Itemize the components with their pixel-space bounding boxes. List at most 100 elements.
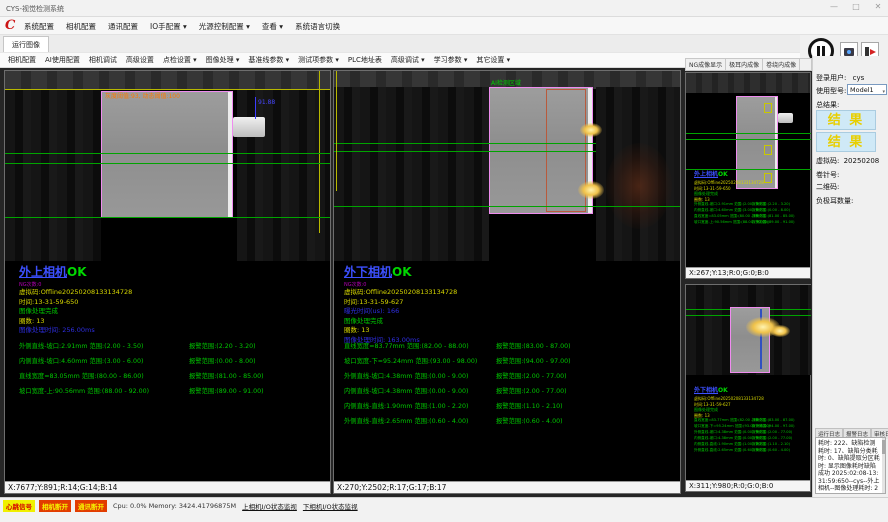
status-badge: 心跳信号	[3, 500, 35, 512]
thumb-tab[interactable]: NG成像显示	[686, 59, 726, 70]
measure-overlay-line	[334, 143, 596, 144]
result-ok: OK	[67, 265, 87, 279]
toolbar-item[interactable]: 高级设置	[126, 55, 154, 65]
toolbar-item[interactable]: AI使用配置	[45, 55, 80, 65]
time-line: 时间:13-31-59-650	[19, 298, 132, 308]
measurement-row: 内侧直线-坡口:4.60mm 范围:(3.00 - 6.00) 报警范围:(0.…	[19, 354, 328, 369]
measure-overlay-line	[686, 139, 811, 140]
status-badge: 相机断开	[39, 500, 71, 512]
alarm-range: 报警范围:(94.00 - 97.00)	[496, 354, 571, 369]
lower-camera-image[interactable]: AI检测区域	[334, 71, 680, 261]
toolbar-item[interactable]: 测试项参数 ▾	[298, 55, 339, 65]
pin-number-label: 卷针号:	[816, 170, 839, 180]
proc-time-line: 图像处理时间: 256.00ms	[19, 326, 132, 336]
dark-region	[334, 87, 489, 261]
menu-items: 系统配置 相机配置 通讯配置 IO手配置 ▾ 光源控制配置 ▾ 查看 ▾ 系统语言切换	[24, 17, 340, 35]
minimize-icon[interactable]: —	[828, 2, 840, 11]
status-badge: 通讯断开	[75, 500, 107, 512]
toolbar-item[interactable]: 点检设置 ▾	[163, 55, 197, 65]
menu-item[interactable]: 系统配置	[24, 21, 54, 32]
baseline-overlay	[336, 71, 337, 191]
thumb1-coord-bar: X:267;Y:13;R:0;G:0;B:0	[686, 267, 810, 278]
alarm-range: 报警范围:(2.00 - 77.00)	[496, 369, 567, 384]
model-select[interactable]: Model1 ▾	[847, 84, 887, 95]
machine-band	[5, 71, 330, 89]
measure-value-label: 91.88	[258, 99, 275, 106]
toolbar-item[interactable]: 图像处理 ▾	[206, 55, 240, 65]
alarm-range: 报警范围:(89.00 - 91.00)	[189, 384, 264, 399]
measurement-value: 内侧直线-坡口:4.38mm 范围:(0.00 - 9.00)	[344, 384, 496, 399]
measurement-value: 坡口宽度-下=95.24mm 范围:(93.00 - 98.00)	[344, 354, 496, 369]
toolbar-item[interactable]: 相机调试	[89, 55, 117, 65]
menu-item[interactable]: 系统语言切换	[295, 21, 340, 32]
done-line: 图像处理完成	[344, 317, 457, 327]
barcode-line: 虚拟码:Offline20250208133134728	[694, 180, 764, 186]
toolbar-item[interactable]: 高级调试 ▾	[391, 55, 425, 65]
thumb-winding-display[interactable]: 外下相机OK 虚拟码:Offline20250208133134728 时间:1…	[685, 284, 811, 492]
machine-band	[686, 73, 810, 93]
separator-edge	[775, 97, 777, 188]
ai-area-label: AI检测区域	[491, 78, 521, 87]
camera-name: 外下相机	[694, 387, 718, 394]
thumb1-measurements: 外侧直线-坡口:2.91mm 范围:(2.00 - 3.50) 报警范围:(2.…	[694, 201, 808, 225]
exposure-line: 曝光时间(us): 166	[344, 307, 457, 317]
camera-name: 外下相机	[344, 265, 392, 279]
upper-camera-image[interactable]: 灰度阈值:93, 动态阈值:100 91.88	[5, 71, 330, 261]
toolbar-item[interactable]: PLC地址表	[348, 55, 382, 65]
status-bar: 心跳信号相机断开通讯断开 Cpu: 0.0% Memory: 3424.4179…	[0, 497, 888, 522]
thumb2-info: 外下相机OK 虚拟码:Offline20250208133134728 时间:1…	[694, 377, 764, 418]
measure-line	[255, 97, 256, 119]
measure-overlay-line	[5, 217, 330, 218]
alarm-range: 报警范围:(2.20 - 3.20)	[189, 339, 256, 354]
thumb-tab[interactable]: 卷绕内成像	[763, 59, 800, 70]
measure-overlay-line	[5, 163, 330, 164]
measurement-value: 坡口宽度-上:90.56mm 范围:(88.00 - 92.00)	[694, 219, 752, 225]
menu-item[interactable]: IO手配置 ▾	[150, 21, 187, 32]
measurement-value: 外侧直线-直线:2.65mm 范围:(0.60 - 4.00)	[694, 447, 752, 453]
measurement-value: 外侧直线-坡口:2.91mm 范围:(2.00 - 3.50)	[19, 339, 189, 354]
menu-item[interactable]: 通讯配置	[108, 21, 138, 32]
lower-camera-io-link[interactable]: 下相机I/O状态监视	[303, 501, 358, 511]
roi-box	[764, 145, 772, 155]
baseline-overlay	[5, 89, 330, 90]
camera-name: 外上相机	[694, 171, 718, 178]
menu-item[interactable]: 查看 ▾	[262, 21, 283, 32]
roller-pin	[778, 113, 793, 123]
thumb-tab[interactable]: 极耳内成像	[726, 59, 763, 70]
measurement-row: 坡口宽度-上:90.56mm 范围:(88.00 - 92.00) 报警范围:(…	[694, 219, 808, 225]
measurement-value: 直线宽度=83.77mm 范围:(82.00 - 88.00)	[344, 339, 496, 354]
alarm-range: 报警范围:(81.00 - 85.00)	[189, 369, 264, 384]
menu-bar: C 系统配置相机配置通讯配置IO手配置 ▾光源控制配置 ▾查看 ▾系统语言切换	[0, 17, 888, 35]
model-value: Model1	[850, 86, 874, 94]
ng-count: NG次数:0	[344, 281, 457, 288]
measurement-row: 外侧直线-直线:2.65mm 范围:(0.60 - 4.00) 报警范围:(0.…	[344, 414, 678, 429]
maximize-icon[interactable]: □	[850, 2, 862, 11]
barcode-line: 虚拟码:Offline20250208133134728	[19, 288, 132, 298]
alarm-range: 报警范围:(0.00 - 8.00)	[189, 354, 256, 369]
menu-item[interactable]: 光源控制配置 ▾	[199, 21, 250, 32]
panel-lower-camera: AI检测区域 外下相机OK NG次数:0 虚拟码:Offline20250208…	[333, 70, 681, 494]
toolbar-item[interactable]: 其它设置 ▾	[476, 55, 510, 65]
toolbar-item[interactable]: 学习参数 ▾	[434, 55, 468, 65]
thumb-ng-display[interactable]: 外上相机OK 虚拟码:Offline20250208133134728 时间:1…	[685, 72, 811, 279]
measurement-value: 内侧直线-坡口:4.60mm 范围:(3.00 - 6.00)	[19, 354, 189, 369]
menu-item[interactable]: 相机配置	[66, 21, 96, 32]
dark-region	[237, 89, 330, 261]
upper-camera-io-link[interactable]: 上相机I/O状态监视	[242, 501, 297, 511]
alarm-range: 报警范围:(0.60 - 4.00)	[496, 414, 563, 429]
reflection-glow	[770, 325, 790, 337]
measurement-value: 外侧直线-直线:2.65mm 范围:(0.60 - 4.00)	[344, 414, 496, 429]
cpu-memory-text: Cpu: 0.0% Memory: 3424.41796875M	[113, 502, 236, 510]
model-label: 使用型号:	[816, 86, 846, 96]
toolbar-item[interactable]: 相机配置	[8, 55, 36, 65]
toolbar-item[interactable]: 基准线参数 ▾	[248, 55, 289, 65]
log-scrollbar[interactable]	[882, 438, 885, 493]
log-output[interactable]: 耗时: 222、缺陷检测耗时: 17、缺陷分类耗时: 0、缺陷提取分区耗时: 显…	[815, 437, 886, 494]
turns-line: 圈数: 13	[19, 317, 132, 327]
measurement-row: 直线宽度=83.05mm 范围:(80.00 - 86.00) 报警范围:(81…	[19, 369, 328, 384]
title-bar: CYS-视觉检测系统 — □ ✕	[0, 0, 888, 17]
measurement-row: 内侧直线-直线:1.90mm 范围:(1.00 - 2.20) 报警范围:(1.…	[344, 399, 678, 414]
tab-run-image[interactable]: 运行图像	[3, 36, 49, 52]
close-icon[interactable]: ✕	[872, 2, 884, 11]
turns-line: 圈数: 13	[344, 326, 457, 336]
